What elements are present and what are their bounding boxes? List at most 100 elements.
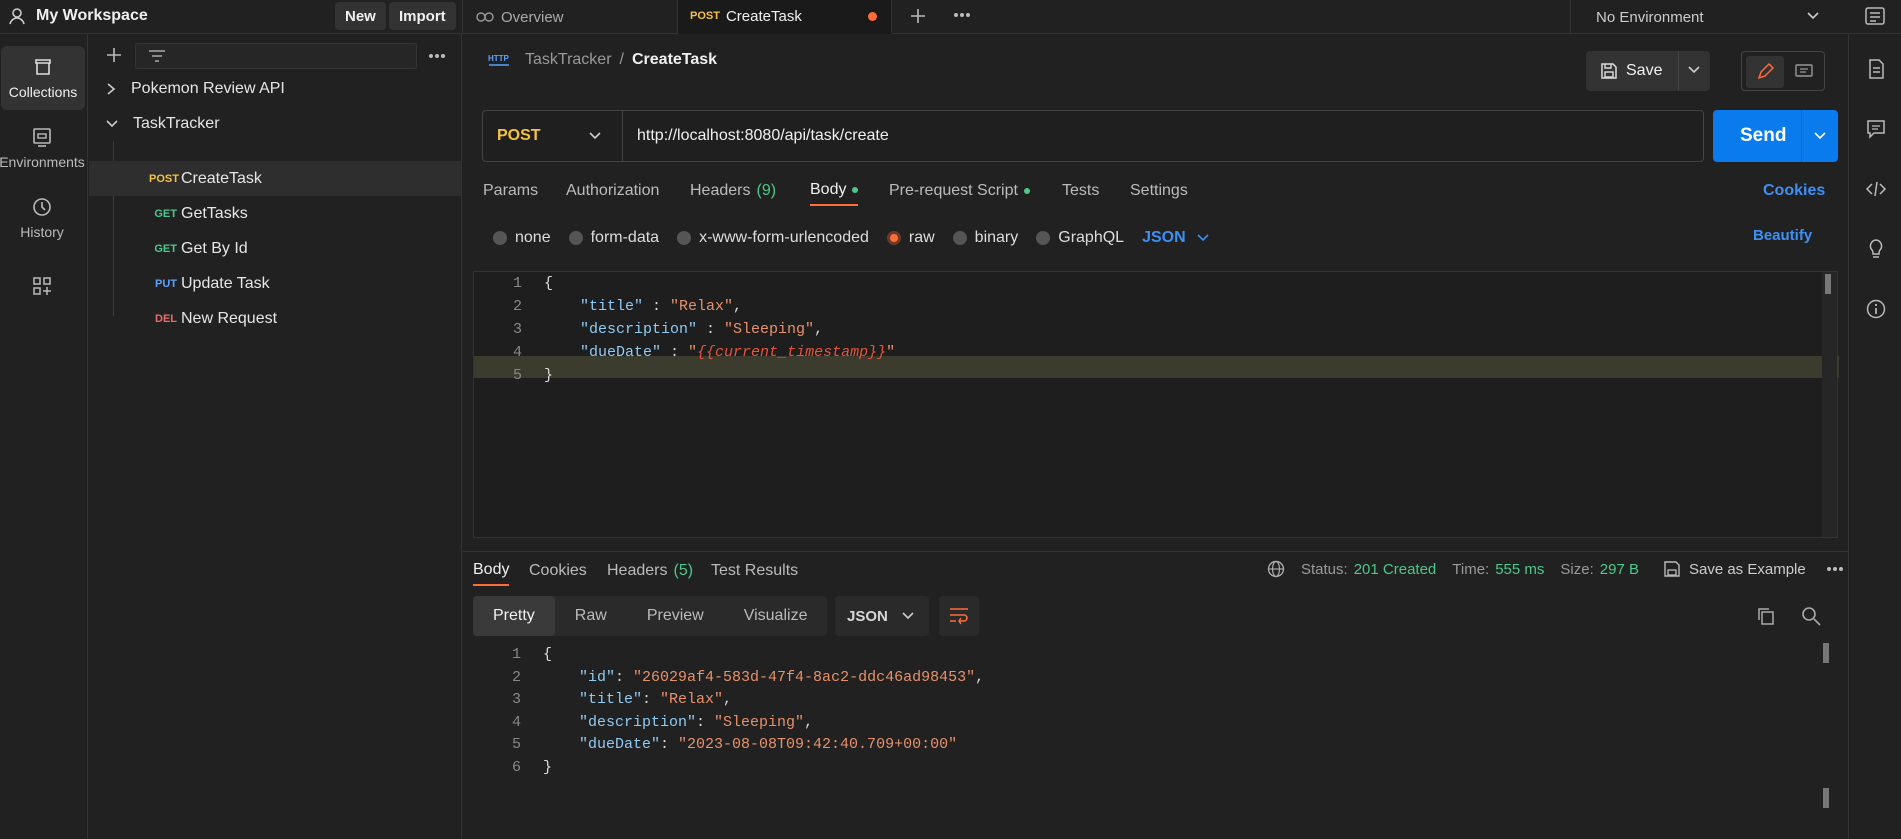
comment-mode-button[interactable] [1786, 56, 1822, 88]
response-scrollbar-end[interactable] [1823, 788, 1829, 808]
add-collection-button[interactable] [105, 46, 123, 64]
rail-history[interactable]: History [0, 186, 84, 250]
info-button[interactable] [1865, 298, 1887, 320]
tab-tests[interactable]: Tests [1062, 176, 1099, 206]
collection-name: TaskTracker [133, 114, 220, 132]
body-type-raw[interactable]: raw [886, 229, 935, 247]
cookies-link[interactable]: Cookies [1763, 176, 1825, 206]
history-icon [33, 198, 51, 216]
breadcrumb-collection[interactable]: TaskTracker [525, 51, 612, 69]
response-view-tabs: Pretty Raw Preview Visualize [473, 596, 828, 636]
request-item-createtask[interactable]: POST CreateTask [89, 161, 461, 196]
rail-apps[interactable] [0, 254, 84, 318]
import-button[interactable]: Import [389, 2, 456, 30]
line-number: 3 [512, 321, 522, 338]
http-icon: HTTP [488, 54, 510, 66]
tab-body[interactable]: Body [810, 176, 859, 206]
size-label: Size: [1560, 560, 1594, 578]
tab-settings[interactable]: Settings [1130, 176, 1188, 206]
more-icon [954, 13, 970, 17]
response-tab-body[interactable]: Body [473, 556, 510, 586]
beautify-link[interactable]: Beautify [1753, 227, 1812, 244]
request-name: GetTasks [181, 204, 248, 222]
request-item-new-request[interactable]: DEL New Request [89, 301, 461, 336]
environment-label: No Environment [1596, 8, 1704, 26]
request-name: Update Task [181, 274, 270, 292]
tab-authorization[interactable]: Authorization [566, 176, 659, 206]
body-type-none[interactable]: none [493, 229, 551, 247]
environment-select[interactable]: No Environment [1570, 0, 1830, 34]
tab-headers[interactable]: Headers (9) [690, 176, 776, 206]
body-format-select[interactable]: JSON [1142, 229, 1210, 247]
body-type-urlencoded[interactable]: x-www-form-urlencoded [677, 229, 869, 247]
save-as-example-button[interactable]: Save as Example [1663, 560, 1806, 578]
tab-prerequest-script[interactable]: Pre-request Script [889, 176, 1030, 206]
mode-toggle [1741, 51, 1825, 91]
breadcrumb: HTTP TaskTracker / CreateTask [487, 48, 717, 72]
more-icon [429, 54, 445, 58]
body-type-form-data[interactable]: form-data [568, 229, 659, 247]
response-tab-headers[interactable]: Headers (5) [607, 556, 693, 586]
tab-params[interactable]: Params [483, 176, 538, 206]
view-tab-raw[interactable]: Raw [555, 596, 627, 636]
editor-scrollbar[interactable] [1822, 272, 1837, 537]
comment-icon [1867, 120, 1885, 139]
collection-tasktracker[interactable]: TaskTracker [89, 106, 461, 141]
radio-icon [493, 231, 507, 245]
code-brace: } [544, 367, 554, 384]
code-snippet-button[interactable] [1865, 178, 1887, 200]
time-value[interactable]: 555 ms [1495, 561, 1544, 578]
view-tab-preview[interactable]: Preview [627, 596, 724, 636]
copy-response-button[interactable] [1756, 606, 1776, 626]
tab-options-button[interactable] [953, 12, 971, 18]
save-button[interactable]: Save [1586, 51, 1710, 91]
collection-pokemon-review-api[interactable]: Pokemon Review API [89, 71, 461, 106]
environment-quick-look-button[interactable] [1864, 5, 1886, 27]
code-line: "title" : "Relax", [580, 298, 743, 315]
line-number: 1 [511, 646, 521, 663]
new-button[interactable]: New [335, 2, 386, 30]
plus-icon [911, 9, 925, 23]
request-item-gettasks[interactable]: GET GetTasks [89, 196, 461, 231]
search-collections-input[interactable] [135, 43, 417, 69]
search-response-button[interactable] [1801, 606, 1821, 626]
workspace-switcher[interactable]: My Workspace [8, 0, 148, 32]
tab-overview[interactable]: Overview [462, 0, 678, 34]
rail-environments[interactable]: Environments [0, 116, 85, 180]
documentation-button[interactable] [1865, 58, 1887, 80]
code-line: "dueDate" : "{{current_timestamp}}" [580, 344, 896, 361]
request-body-editor[interactable]: 1 2 3 4 5 { "title" : "Relax", "descript… [473, 271, 1839, 538]
response-format-select[interactable]: JSON [835, 596, 929, 636]
radio-icon [1036, 231, 1051, 245]
size-value[interactable]: 297 B [1600, 561, 1639, 578]
headers-count: (9) [756, 182, 777, 199]
new-tab-button[interactable] [908, 6, 928, 26]
globe-icon[interactable] [1267, 560, 1285, 578]
view-tab-pretty[interactable]: Pretty [473, 596, 555, 636]
response-scrollbar[interactable] [1823, 643, 1829, 663]
url-input[interactable]: http://localhost:8080/api/task/create [623, 111, 1703, 161]
code-line: "description" : "Sleeping", [580, 321, 824, 338]
wrap-lines-button[interactable] [939, 596, 979, 636]
edit-mode-button[interactable] [1746, 56, 1784, 88]
line-number: 2 [511, 669, 521, 686]
rail-collections[interactable]: Collections [1, 46, 85, 110]
response-tab-cookies[interactable]: Cookies [529, 556, 587, 586]
related-collections-button[interactable] [1865, 238, 1887, 260]
view-tab-visualize[interactable]: Visualize [724, 596, 828, 636]
body-type-binary[interactable]: binary [952, 229, 1018, 247]
comments-button[interactable] [1865, 118, 1887, 140]
request-item-get-by-id[interactable]: GET Get By Id [89, 231, 461, 266]
tab-createtask[interactable]: POST CreateTask [678, 0, 892, 34]
response-body-viewer[interactable]: 1 2 3 4 5 6 { "id": "26029af4-583d-47f4-… [473, 638, 1838, 838]
request-title[interactable]: CreateTask [632, 51, 717, 69]
method-select[interactable]: POST [483, 111, 623, 161]
status-value[interactable]: 201 Created [1354, 561, 1437, 578]
body-type-graphql[interactable]: GraphQL [1036, 229, 1124, 247]
more-icon[interactable] [1826, 566, 1844, 572]
request-item-update-task[interactable]: PUT Update Task [89, 266, 461, 301]
response-tab-test-results[interactable]: Test Results [711, 556, 798, 586]
chevron-down-icon [589, 132, 601, 140]
sidebar-options-button[interactable] [428, 53, 446, 59]
send-button[interactable]: Send [1713, 110, 1838, 162]
